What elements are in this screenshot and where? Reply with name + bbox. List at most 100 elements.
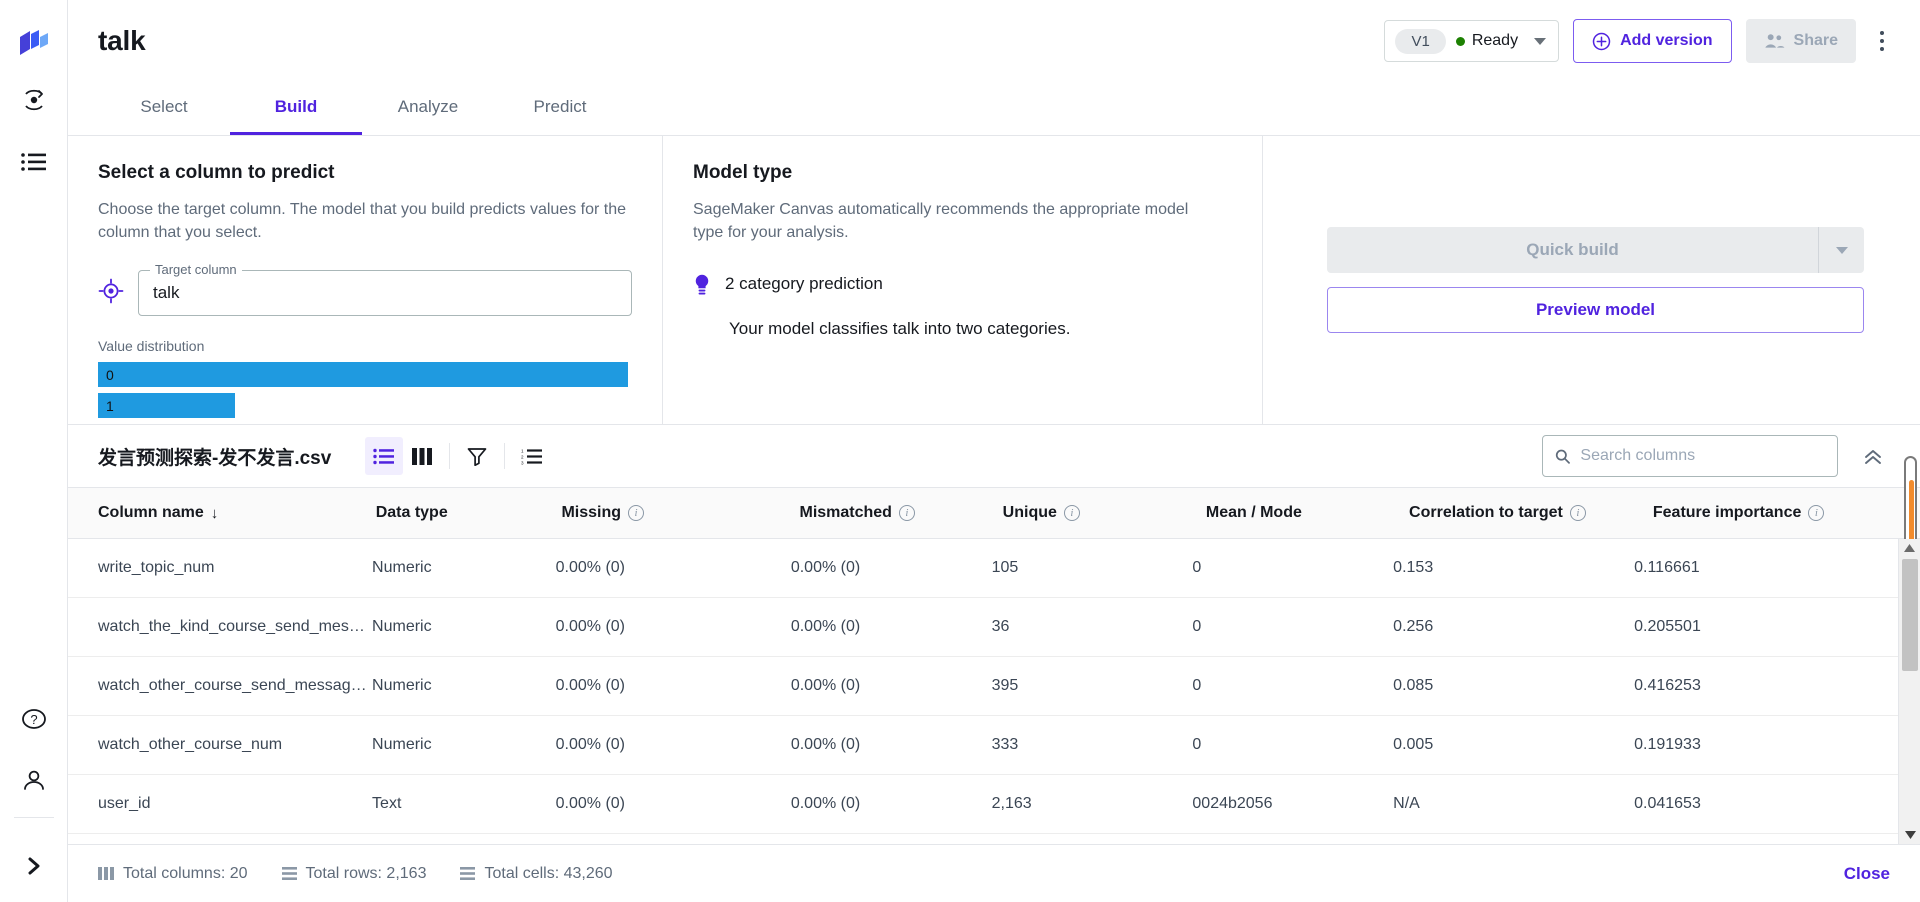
main-area: talk V1 Ready Add version Share Select B… — [68, 0, 1920, 902]
tab-build[interactable]: Build — [230, 82, 362, 135]
lightbulb-icon — [693, 274, 711, 301]
list-icon[interactable] — [12, 140, 56, 184]
table-scrollbar-thumb[interactable] — [1902, 559, 1919, 672]
table-scrollbar[interactable] — [1898, 539, 1920, 844]
cell-mean-mode: 0 — [1192, 715, 1394, 776]
cell-unique: 2,163 — [991, 774, 1193, 835]
cell-data-type: Numeric — [372, 597, 556, 658]
distribution-bar-label: 1 — [106, 397, 114, 414]
th-missing[interactable]: Missing i — [561, 488, 800, 540]
cell-mismatched: 0.00% (0) — [790, 774, 992, 835]
th-unique-label: Unique — [1002, 504, 1057, 522]
rail-divider — [14, 817, 54, 818]
chevron-double-up-icon[interactable] — [1856, 439, 1890, 473]
info-icon[interactable]: i — [898, 505, 915, 522]
cell-feature-importance: 0.191933 — [1634, 715, 1899, 776]
preview-model-button[interactable]: Preview model — [1327, 287, 1864, 334]
target-column-panel: Select a column to predict Choose the ta… — [68, 136, 663, 425]
expand-rail-icon[interactable] — [12, 844, 56, 888]
info-icon[interactable]: i — [1808, 505, 1825, 522]
tab-analyze[interactable]: Analyze — [362, 82, 494, 135]
version-selector[interactable]: V1 Ready — [1384, 20, 1560, 62]
table-row[interactable]: watch_other_course_num Numeric 0.00% (0)… — [68, 715, 1899, 776]
add-version-button[interactable]: Add version — [1573, 19, 1732, 63]
th-correlation[interactable]: Correlation to target i — [1409, 488, 1653, 540]
cell-correlation: 0.085 — [1393, 656, 1635, 717]
sort-list-icon[interactable]: 1 2 3 — [513, 437, 551, 475]
cell-column-name: user_id — [68, 774, 373, 835]
cell-mean-mode: 0 — [1192, 539, 1394, 599]
canvas-logo-icon[interactable] — [17, 26, 51, 60]
svg-text:?: ? — [30, 712, 37, 727]
cell-data-type: Numeric — [372, 656, 556, 717]
kebab-menu-icon[interactable] — [1870, 23, 1894, 59]
th-mean-mode[interactable]: Mean / Mode — [1205, 488, 1410, 540]
account-icon[interactable] — [12, 759, 56, 803]
close-button[interactable]: Close — [1844, 864, 1890, 884]
table-row[interactable]: watch_other_course_send_message_... Nume… — [68, 656, 1899, 717]
th-feature-importance[interactable]: Feature importance i — [1652, 488, 1920, 540]
th-data-type[interactable]: Data type — [375, 488, 562, 540]
table-scroll-region: write_topic_num Numeric 0.00% (0) 0.00% … — [68, 539, 1920, 844]
cell-unique: 395 — [991, 656, 1193, 717]
workflow-tabs: Select Build Analyze Predict — [68, 82, 1920, 136]
info-icon[interactable]: i — [1569, 505, 1586, 522]
th-unique[interactable]: Unique i — [1002, 488, 1206, 540]
scroll-up-arrow-icon[interactable] — [1904, 539, 1916, 557]
dataset-view-controls: 1 2 3 — [365, 437, 551, 476]
target-column-legend: Target column — [150, 262, 242, 278]
cell-missing: 0.00% (0) — [555, 539, 791, 599]
left-rail: ? — [0, 0, 68, 902]
th-correlation-label: Correlation to target — [1409, 504, 1563, 522]
th-data-type-label: Data type — [375, 504, 448, 522]
filter-icon[interactable] — [458, 437, 496, 475]
sort-descending-icon[interactable]: ↓ — [211, 505, 219, 522]
search-columns-box[interactable] — [1542, 435, 1838, 478]
cell-mismatched: 0.00% (0) — [790, 715, 992, 776]
cell-mismatched: 0.00% (0) — [790, 597, 992, 658]
scroll-down-arrow-icon[interactable] — [1899, 826, 1920, 844]
search-input[interactable] — [1580, 447, 1825, 466]
status-label: Ready — [1471, 32, 1519, 49]
table-body-area: write_topic_num Numeric 0.00% (0) 0.00% … — [68, 539, 1899, 844]
target-column-input[interactable]: Target column talk — [138, 262, 632, 317]
quick-build-group: Quick build — [1327, 227, 1864, 274]
cell-data-type: Numeric — [372, 715, 556, 776]
cell-mean-mode: 0024b2056 — [1192, 774, 1394, 835]
total-cells-label: Total cells: 43,260 — [484, 864, 613, 882]
target-column-value: talk — [153, 283, 180, 303]
cell-correlation: N/A — [1393, 774, 1635, 835]
model-type-row: 2 category prediction — [693, 274, 1232, 301]
table-row[interactable]: user_id Text 0.00% (0) 0.00% (0) 2,163 0… — [68, 774, 1899, 835]
model-type-description: SageMaker Canvas automatically recommend… — [693, 201, 1189, 242]
tab-predict[interactable]: Predict — [494, 82, 626, 135]
info-icon[interactable]: i — [1063, 505, 1080, 522]
th-column-name[interactable]: Column name ↓ — [68, 488, 376, 540]
table-body: write_topic_num Numeric 0.00% (0) 0.00% … — [68, 539, 1899, 835]
info-icon[interactable]: i — [628, 505, 645, 522]
target-icon — [98, 278, 124, 309]
columns-table-wrapper: Column name ↓ Data type Missing i Mismat… — [68, 487, 1920, 844]
table-row[interactable]: write_topic_num Numeric 0.00% (0) 0.00% … — [68, 539, 1899, 599]
data-flow-icon[interactable] — [12, 78, 56, 122]
value-distribution-label: Value distribution — [98, 338, 205, 355]
model-type-detail: Your model classifies talk into two cate… — [729, 319, 1071, 339]
top-bar-actions: V1 Ready Add version Share — [1384, 19, 1894, 63]
columns-icon — [98, 867, 114, 880]
help-icon[interactable]: ? — [12, 697, 56, 741]
list-view-icon[interactable] — [365, 437, 404, 476]
th-mismatched[interactable]: Mismatched i — [799, 488, 1003, 540]
plus-circle-icon — [1592, 32, 1611, 50]
cell-correlation: 0.153 — [1393, 539, 1635, 599]
cell-mean-mode: 0 — [1192, 656, 1394, 717]
cell-column-name: watch_the_kind_course_send_messag... — [68, 597, 373, 658]
th-mismatched-label: Mismatched — [799, 504, 892, 522]
chevron-down-icon[interactable] — [1534, 37, 1547, 45]
grid-view-icon[interactable] — [403, 437, 441, 475]
cell-mean-mode: 0 — [1192, 597, 1394, 658]
target-panel-description: Choose the target column. The model that… — [98, 201, 627, 242]
tab-select[interactable]: Select — [98, 82, 230, 135]
table-row[interactable]: watch_the_kind_course_send_messag... Num… — [68, 597, 1899, 658]
th-column-name-label: Column name — [98, 504, 204, 522]
model-type-label: 2 category prediction — [725, 274, 883, 294]
